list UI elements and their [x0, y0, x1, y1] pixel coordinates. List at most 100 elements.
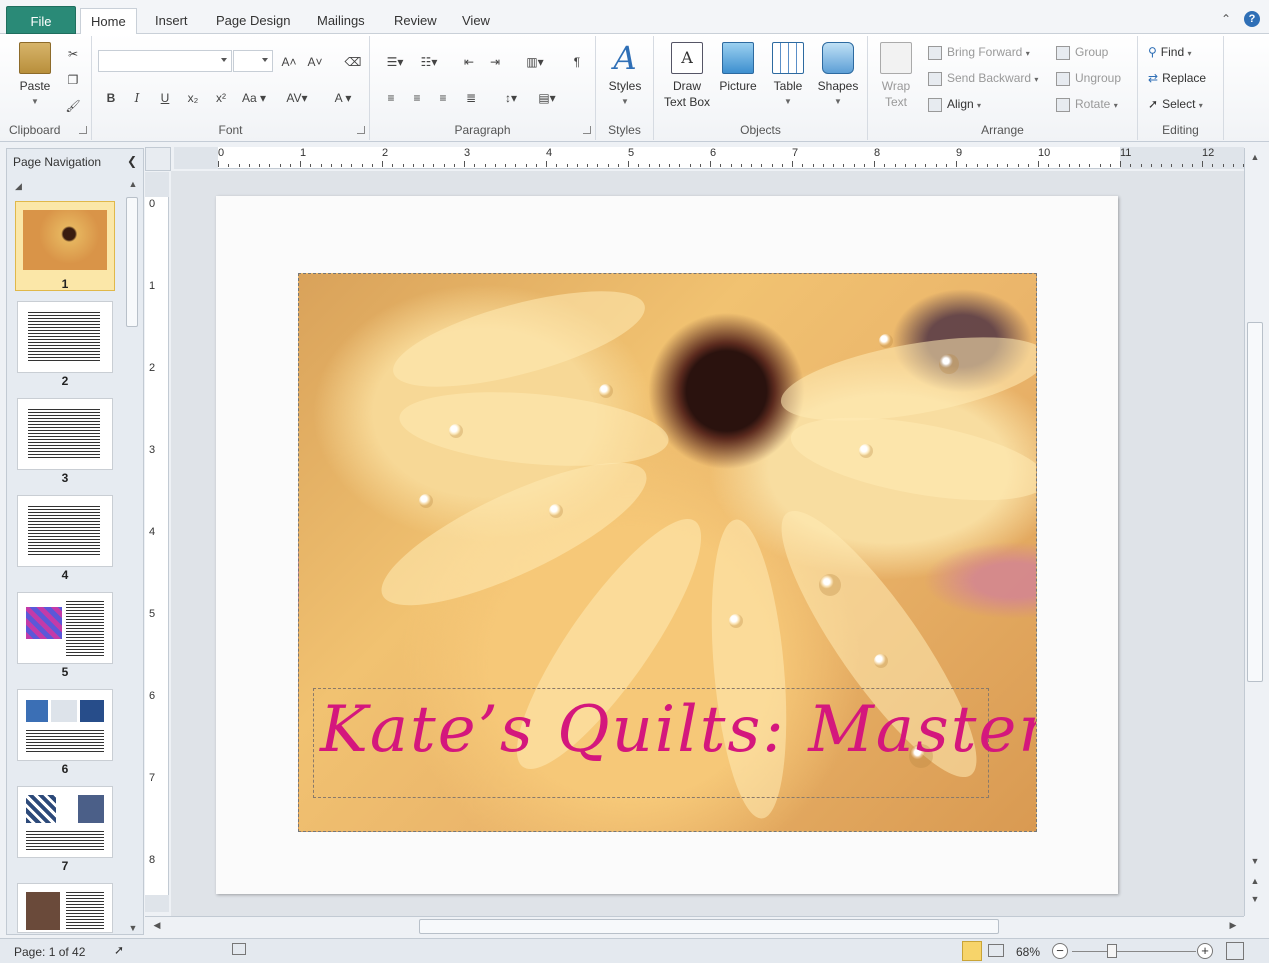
character-spacing-icon[interactable]: AV▾ — [282, 88, 312, 108]
paragraph-launcher-icon[interactable] — [583, 126, 591, 134]
scroll-up-icon[interactable]: ▲ — [125, 179, 141, 189]
document-workspace[interactable]: Kate’s Quilts: Master — [171, 171, 1244, 916]
select-button[interactable]: ➚ Select ▾ — [1148, 94, 1203, 114]
vertical-scroll-thumb[interactable] — [1247, 322, 1263, 682]
underline-icon[interactable]: U — [154, 88, 176, 108]
picture-button[interactable]: Picture — [716, 42, 760, 94]
font-color-icon[interactable]: A ▾ — [328, 88, 358, 108]
title-text-box[interactable]: Kate’s Quilts: Master — [313, 688, 1036, 798]
minimize-ribbon-icon[interactable]: ⌃ — [1218, 11, 1234, 27]
page-count-status[interactable]: Page: 1 of 42 — [14, 945, 85, 959]
change-case-icon[interactable]: Aa ▾ — [238, 88, 270, 108]
ruler-corner[interactable] — [145, 147, 171, 171]
page-thumbnail-7[interactable] — [17, 786, 113, 858]
next-page-icon[interactable]: ▼ — [1247, 894, 1263, 904]
help-icon[interactable]: ? — [1244, 11, 1260, 27]
horizontal-ruler[interactable]: 0 1 2 3 4 5 6 7 8 9 10 11 12 — [174, 147, 1244, 169]
paste-button[interactable]: Paste ▼ — [12, 42, 58, 110]
show-marks-icon[interactable]: ¶ — [566, 52, 588, 72]
flower-photo[interactable]: Kate’s Quilts: Master — [298, 273, 1037, 832]
rotate-button[interactable]: Rotate ▾ — [1056, 94, 1118, 114]
ruler-tick — [1232, 164, 1234, 167]
paragraph-shading-icon[interactable]: ▤▾ — [532, 88, 562, 108]
previous-page-icon[interactable]: ▲ — [1247, 876, 1263, 886]
scroll-down-icon[interactable]: ▼ — [125, 923, 141, 933]
font-size-select[interactable] — [233, 50, 273, 72]
page-thumbnail-6[interactable] — [17, 689, 113, 761]
page-thumbnail-3[interactable] — [17, 398, 113, 470]
align-center-icon[interactable]: ≡ — [406, 88, 428, 108]
document-page[interactable]: Kate’s Quilts: Master — [216, 196, 1118, 894]
horizontal-scrollbar[interactable]: ◀ ▶ — [145, 916, 1244, 936]
align-left-icon[interactable]: ≡ — [380, 88, 402, 108]
bring-forward-button[interactable]: Bring Forward ▾ — [928, 42, 1030, 62]
nav-scrollbar[interactable]: ▲ ▼ — [125, 179, 139, 933]
ruler-tick — [689, 164, 691, 167]
numbering-icon[interactable]: ☷▾ — [414, 52, 444, 72]
vertical-ruler[interactable]: 0 1 2 3 4 5 6 7 8 — [145, 172, 169, 912]
page-thumbnail-5[interactable] — [17, 592, 113, 664]
collapse-nav-icon[interactable]: ❮ — [127, 154, 137, 168]
scroll-right-icon[interactable]: ▶ — [1225, 920, 1241, 931]
zoom-slider-handle[interactable] — [1107, 944, 1117, 958]
replace-button[interactable]: ⇄ Replace — [1148, 68, 1206, 88]
styles-button[interactable]: A Styles ▼ — [602, 42, 648, 110]
scroll-left-icon[interactable]: ◀ — [149, 920, 165, 931]
italic-icon[interactable]: I — [126, 88, 148, 108]
wrap-text-button[interactable]: Wrap Text — [874, 42, 918, 110]
copy-icon[interactable]: ❐ — [62, 70, 84, 90]
tab-insert[interactable]: Insert — [145, 8, 198, 34]
shapes-button[interactable]: Shapes ▼ — [814, 42, 862, 110]
document-title-text[interactable]: Kate’s Quilts: Master — [320, 693, 1036, 767]
zoom-in-icon[interactable]: + — [1197, 943, 1213, 959]
zoom-slider-track[interactable] — [1072, 951, 1196, 952]
justify-icon[interactable]: ≣ — [460, 88, 482, 108]
page-thumbnail-8[interactable] — [17, 883, 113, 933]
nav-scroll-thumb[interactable] — [126, 197, 138, 327]
zoom-level[interactable]: 68% — [1016, 945, 1040, 959]
ruler-tick — [628, 161, 629, 167]
columns-icon[interactable]: ▥▾ — [520, 52, 550, 72]
line-spacing-icon[interactable]: ↕▾ — [496, 88, 526, 108]
font-name-select[interactable] — [98, 50, 232, 72]
tab-home[interactable]: Home — [80, 8, 137, 35]
group-button[interactable]: Group — [1056, 42, 1108, 62]
expand-section-icon[interactable]: ◢ — [15, 181, 22, 192]
superscript-icon[interactable]: x² — [210, 88, 232, 108]
ungroup-button[interactable]: Ungroup — [1056, 68, 1121, 88]
shrink-font-icon[interactable]: A˅ — [304, 52, 326, 72]
page-thumbnail-4[interactable] — [17, 495, 113, 567]
font-launcher-icon[interactable] — [357, 126, 365, 134]
horizontal-scroll-thumb[interactable] — [419, 919, 999, 934]
scroll-down-icon[interactable]: ▼ — [1247, 856, 1263, 866]
scroll-up-icon[interactable]: ▲ — [1247, 152, 1263, 162]
page-thumbnail-2[interactable] — [17, 301, 113, 373]
format-painter-icon[interactable]: 🖌 — [62, 96, 84, 116]
table-button[interactable]: Table ▼ — [766, 42, 810, 110]
align-button[interactable]: Align ▾ — [928, 94, 981, 114]
vertical-scrollbar[interactable]: ▲ ▼ ▲ ▼ — [1244, 148, 1264, 916]
single-page-view-icon[interactable] — [962, 941, 982, 961]
clear-formatting-icon[interactable]: ⌫ — [342, 52, 364, 72]
subscript-icon[interactable]: x₂ — [182, 88, 204, 108]
clipboard-launcher-icon[interactable] — [79, 126, 87, 134]
grow-font-icon[interactable]: A˄ — [278, 52, 300, 72]
bullets-icon[interactable]: ☰▾ — [380, 52, 410, 72]
objects-group-label: Objects — [740, 123, 781, 137]
find-button[interactable]: ⚲ Find ▾ — [1148, 42, 1192, 62]
tab-review[interactable]: Review — [384, 8, 447, 34]
tab-mailings[interactable]: Mailings — [307, 8, 375, 34]
zoom-out-icon[interactable]: − — [1052, 943, 1068, 959]
increase-indent-icon[interactable]: ⇥ — [484, 52, 506, 72]
cut-icon[interactable]: ✂ — [62, 44, 84, 64]
tab-view[interactable]: View — [452, 8, 500, 34]
tab-file[interactable]: File — [6, 6, 76, 34]
two-page-view-icon[interactable] — [988, 944, 1004, 957]
send-backward-button[interactable]: Send Backward ▾ — [928, 68, 1038, 88]
tab-page-design[interactable]: Page Design — [206, 8, 300, 34]
align-right-icon[interactable]: ≡ — [432, 88, 454, 108]
decrease-indent-icon[interactable]: ⇤ — [458, 52, 480, 72]
bold-icon[interactable]: B — [100, 88, 122, 108]
draw-text-box-button[interactable]: A Draw Text Box — [658, 42, 716, 110]
fit-page-icon[interactable] — [1226, 942, 1244, 960]
